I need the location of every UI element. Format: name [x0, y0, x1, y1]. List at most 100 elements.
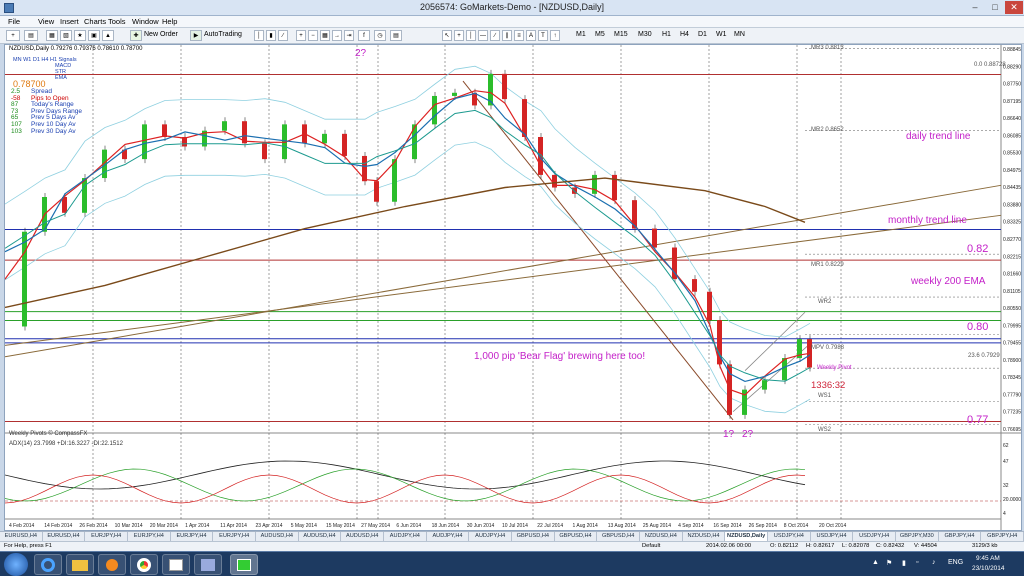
tile-windows-icon[interactable]: ▦	[320, 30, 330, 41]
tester-icon[interactable]: ▲	[102, 30, 114, 41]
date-tick-label: 23 Apr 2014	[256, 523, 283, 529]
language-indicator[interactable]: ENG	[948, 559, 963, 566]
tf-m15[interactable]: M15	[614, 31, 628, 38]
menu-view[interactable]: View	[38, 17, 54, 26]
tf-mn[interactable]: MN	[734, 31, 745, 38]
autotrading-icon[interactable]: ▶	[190, 30, 202, 41]
navigator-icon[interactable]: ★	[74, 30, 86, 41]
menu-insert[interactable]: Insert	[60, 17, 79, 26]
tf-d1[interactable]: D1	[698, 31, 707, 38]
tf-m1[interactable]: M1	[576, 31, 586, 38]
ema-fast	[5, 90, 811, 396]
chart-window[interactable]: 0.88845 0.88290 0.87750 0.87195 0.86640 0.860…	[4, 44, 1022, 531]
tray-battery-icon[interactable]: ▮	[902, 559, 906, 567]
media-player-icon[interactable]	[98, 554, 126, 575]
menu-help[interactable]: Help	[162, 17, 177, 26]
maximize-button[interactable]: □	[986, 1, 1004, 14]
bar-chart-icon[interactable]: │	[254, 30, 264, 41]
tray-network-icon[interactable]: ▫	[916, 559, 918, 566]
channel-icon[interactable]: ∥	[502, 30, 512, 41]
date-tick-label: 26 Sep 2014	[749, 523, 778, 529]
status-close: C: 0.82432	[876, 543, 905, 549]
new-order-button[interactable]: New Order	[144, 31, 178, 38]
zoom-in-icon[interactable]: +	[296, 30, 306, 41]
tray-volume-icon[interactable]: ♪	[932, 559, 936, 566]
minimize-button[interactable]: –	[966, 1, 984, 14]
candle-body	[652, 228, 657, 248]
clock-date[interactable]: 23/10/2014	[972, 565, 1005, 572]
candle-body	[392, 159, 397, 202]
tf-m5[interactable]: M5	[595, 31, 605, 38]
weekly-pivot-label: Weekly Pivot	[817, 365, 852, 371]
tray-arrows-icon[interactable]: ▲	[872, 559, 879, 566]
pivot-ws1: WS1	[818, 393, 832, 399]
weekly-ema-label: weekly 200 EMA	[911, 276, 986, 287]
fib-level: 0.0 0.88728	[974, 62, 1006, 68]
trendline-icon[interactable]: ∕	[490, 30, 500, 41]
terminal-icon[interactable]: ▣	[88, 30, 100, 41]
new-chart-icon[interactable]: +	[6, 30, 20, 41]
ie-icon[interactable]	[34, 554, 62, 575]
price-tick-label: 0.87750	[1003, 82, 1021, 88]
new-order-icon[interactable]: ✚	[130, 30, 142, 41]
autotrading-button[interactable]: AutoTrading	[204, 31, 242, 38]
horizontal-line-icon[interactable]: —	[478, 30, 488, 41]
price-chart[interactable]: 0.888450.882900.877500.871950.866400.860…	[5, 45, 1021, 530]
candle-chart-icon[interactable]: ▮	[266, 30, 276, 41]
adx-line	[5, 460, 806, 490]
date-tick-label: 1 Apr 2014	[185, 523, 209, 529]
tf-m30[interactable]: M30	[638, 31, 652, 38]
text-icon[interactable]: A	[526, 30, 536, 41]
candle-body	[342, 133, 347, 156]
arrows-icon[interactable]: ↑	[550, 30, 560, 41]
templates-icon[interactable]: ▤	[390, 30, 402, 41]
date-tick-label: 4 Feb 2014	[9, 523, 35, 529]
chrome-icon[interactable]	[130, 554, 158, 575]
cursor-icon[interactable]: ↖	[442, 30, 452, 41]
line-chart-icon[interactable]: ∕	[278, 30, 288, 41]
data-window-icon[interactable]: ▧	[60, 30, 72, 41]
level-080-label: 0.80	[967, 321, 989, 333]
pivot-wr2: WR2	[818, 299, 832, 305]
monthly-trend-label: monthly trend line	[888, 215, 967, 226]
flag-channel-upper	[744, 311, 806, 371]
clock-time[interactable]: 9:45 AM	[976, 555, 1000, 562]
menu-file[interactable]: File	[8, 17, 20, 26]
tray-flag-icon[interactable]: ⚑	[886, 559, 892, 567]
status-volume: V: 44504	[914, 543, 937, 549]
menu-tools[interactable]: Tools	[108, 17, 126, 26]
tf-w1[interactable]: W1	[716, 31, 727, 38]
market-watch-icon[interactable]: ▦	[46, 30, 58, 41]
periods-icon[interactable]: ◷	[374, 30, 386, 41]
snipping-icon[interactable]	[194, 554, 222, 575]
candle-body	[707, 291, 712, 321]
autoscroll-icon[interactable]: →	[332, 30, 342, 41]
tf-h4[interactable]: H4	[680, 31, 689, 38]
window-title: 2056574: GoMarkets-Demo - [NZDUSD,Daily]	[419, 2, 605, 12]
candle-countdown: 1336:32	[811, 380, 846, 391]
close-button[interactable]: ✕	[1005, 1, 1023, 14]
menu-bar: File View Insert Charts Tools Window Hel…	[0, 16, 1024, 28]
menu-window[interactable]: Window	[132, 17, 159, 26]
info-panel: 2.5 Spread -58 Pips to Open 87 Today's Rang…	[11, 88, 82, 135]
date-tick-label: 11 Apr 2014	[220, 523, 247, 529]
price-tick-label: 0.80550	[1003, 306, 1021, 312]
vertical-line-icon[interactable]: │	[466, 30, 476, 41]
start-button[interactable]	[4, 553, 28, 576]
menu-charts[interactable]: Charts	[84, 17, 106, 26]
question-mark-2: 2?	[742, 429, 754, 440]
status-high: H: 0.82617	[806, 543, 835, 549]
crosshair-icon[interactable]: +	[454, 30, 464, 41]
profiles-icon[interactable]: ▤	[24, 30, 38, 41]
candle-body	[374, 181, 379, 202]
tf-h1[interactable]: H1	[662, 31, 671, 38]
metatrader-icon[interactable]	[230, 554, 258, 575]
zoom-out-icon[interactable]: −	[308, 30, 318, 41]
level-082-label: 0.82	[967, 243, 989, 255]
label-icon[interactable]: T	[538, 30, 548, 41]
chart-shift-icon[interactable]: ⇥	[344, 30, 354, 41]
paint-icon[interactable]	[162, 554, 190, 575]
indicators-icon[interactable]: f	[358, 30, 370, 41]
fibonacci-icon[interactable]: ≡	[514, 30, 524, 41]
explorer-icon[interactable]	[66, 554, 94, 575]
